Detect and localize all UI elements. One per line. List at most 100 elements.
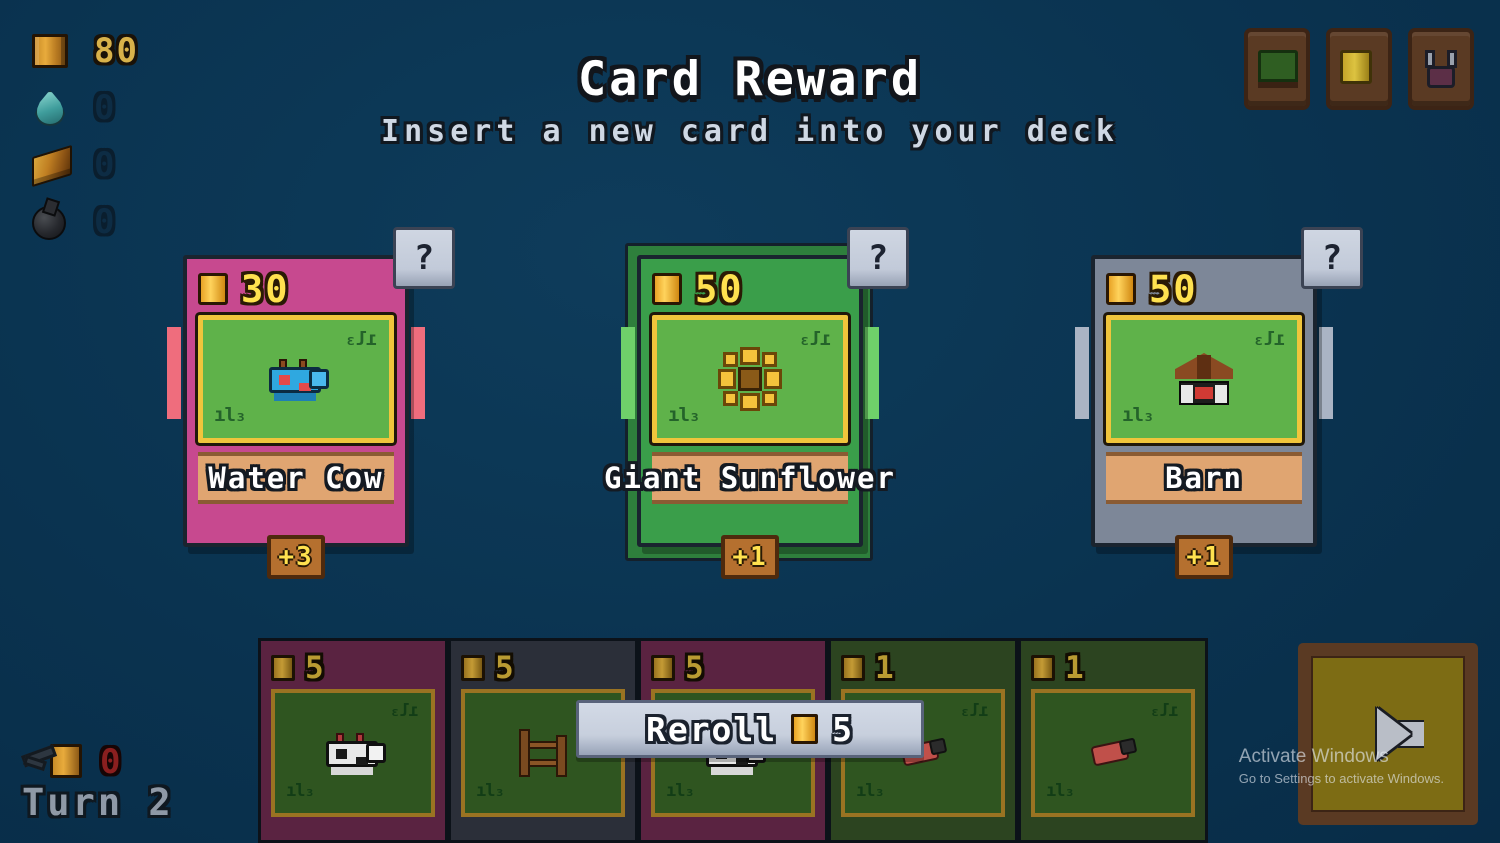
deck-icon bbox=[1258, 50, 1298, 88]
gold-card-icon bbox=[1340, 50, 1378, 88]
tool-value: 0 bbox=[100, 742, 123, 782]
card-body[interactable]: 50 ıl₃ ıl₃ Giant Sunflower +1 bbox=[604, 255, 894, 579]
question-mark-icon: ? bbox=[867, 238, 889, 278]
pig-sprite bbox=[1090, 737, 1138, 767]
coin-block-icon bbox=[32, 31, 72, 71]
turn-status: 0 Turn 2 bbox=[20, 742, 174, 824]
card-name: Barn bbox=[1165, 460, 1243, 495]
reward-card-barn[interactable]: 50 ıl₃ ıl₃ Barn +1 ? bbox=[1075, 227, 1363, 579]
card-artwork: ıl₃ ıl₃ bbox=[1106, 315, 1302, 443]
card-body[interactable]: 30 ıl₃ ıl₃ Water Cow +3 bbox=[183, 255, 409, 579]
grass-tuft-icon: ıl₃ bbox=[1122, 404, 1154, 426]
card-badge-value: +1 bbox=[732, 542, 768, 572]
turn-label: Turn 2 bbox=[22, 781, 174, 824]
coin-icon bbox=[791, 714, 819, 744]
grass-tuft-icon: ıl₃ bbox=[799, 328, 831, 350]
cow-sprite bbox=[265, 357, 329, 401]
hand-card-artwork: ıl₃ ıl₃ bbox=[271, 689, 435, 817]
card-cost-value: 50 bbox=[1149, 267, 1198, 311]
card-name-banner: Water Cow bbox=[198, 452, 394, 504]
grass-tuft-icon: ıl₃ bbox=[345, 328, 377, 350]
card-artwork: ıl₃ ıl₃ bbox=[198, 315, 394, 443]
hand-card-cost: 5 bbox=[651, 651, 815, 685]
cow-sprite bbox=[322, 731, 386, 775]
resource-wood: 0 bbox=[32, 144, 139, 188]
fence-sprite bbox=[515, 729, 571, 777]
coin-icon bbox=[271, 655, 295, 681]
card-cost: 50 bbox=[1106, 269, 1302, 309]
hand-card-cost: 5 bbox=[271, 651, 435, 685]
sunflower-sprite bbox=[718, 347, 782, 411]
hand-card-cost-value: 1 bbox=[1065, 649, 1086, 686]
card-stripe-left bbox=[621, 327, 635, 419]
grass-tuft-icon: ıl₃ bbox=[1046, 781, 1075, 801]
hand-card-cost: 1 bbox=[841, 651, 1005, 685]
help-button[interactable]: ? bbox=[847, 227, 909, 289]
coin-value: 80 bbox=[94, 31, 139, 71]
deck-button[interactable] bbox=[1244, 28, 1310, 110]
help-button[interactable]: ? bbox=[1301, 227, 1363, 289]
grass-tuft-icon: ıl₃ bbox=[856, 781, 885, 801]
card-badge: +1 bbox=[721, 535, 779, 579]
card-cost-value: 30 bbox=[241, 267, 290, 311]
hand-card-cost: 5 bbox=[461, 651, 625, 685]
card-body[interactable]: 50 ıl₃ ıl₃ Barn +1 bbox=[1091, 255, 1317, 579]
hand-card-artwork: ıl₃ ıl₃ bbox=[1031, 689, 1195, 817]
coin-icon bbox=[461, 655, 485, 681]
card-stripe-left bbox=[167, 327, 181, 419]
game-stage: 80 0 0 0 Card Reward Insert a new card i… bbox=[0, 0, 1500, 843]
reward-card-water-cow[interactable]: 30 ıl₃ ıl₃ Water Cow +3 ? bbox=[167, 227, 455, 579]
card-cost: 30 bbox=[198, 269, 394, 309]
resource-water: 0 bbox=[32, 87, 139, 129]
top-button-bar bbox=[1244, 28, 1474, 110]
grass-tuft-icon: ıl₃ bbox=[476, 781, 505, 801]
card-badge-value: +1 bbox=[1186, 542, 1222, 572]
water-droplet-icon bbox=[32, 88, 72, 128]
barn-sprite bbox=[1175, 353, 1233, 405]
card-stripe-left bbox=[1075, 327, 1089, 419]
reward-card-giant-sunflower[interactable]: 50 ıl₃ ıl₃ Giant Sunflower +1 ? bbox=[604, 227, 909, 579]
question-mark-icon: ? bbox=[1321, 238, 1343, 278]
hand-card-cost-value: 1 bbox=[875, 649, 896, 686]
tool-counter: 0 bbox=[20, 742, 174, 782]
grass-tuft-icon: ıl₃ bbox=[668, 404, 700, 426]
coin-icon bbox=[198, 273, 228, 305]
coin-icon bbox=[841, 655, 865, 681]
card-name-banner: Giant Sunflower bbox=[604, 452, 894, 504]
grass-tuft-icon: ıl₃ bbox=[961, 701, 989, 721]
wood-value: 0 bbox=[94, 145, 117, 185]
reward-card-row: 30 ıl₃ ıl₃ Water Cow +3 ? 50 ıl₃ ıl₃ Gia… bbox=[0, 227, 1500, 579]
reroll-button[interactable]: Reroll 5 bbox=[576, 700, 924, 758]
card-badge: +1 bbox=[1175, 535, 1233, 579]
hand-card-cost-value: 5 bbox=[495, 649, 516, 686]
card-stripe-right bbox=[411, 327, 425, 419]
help-button[interactable]: ? bbox=[393, 227, 455, 289]
reroll-label: Reroll bbox=[645, 709, 778, 749]
hand-card-cost-value: 5 bbox=[305, 649, 326, 686]
card-name: Giant Sunflower bbox=[604, 460, 896, 495]
grass-tuft-icon: ıl₃ bbox=[1253, 328, 1285, 350]
card-cost: 50 bbox=[652, 269, 848, 309]
question-mark-icon: ? bbox=[413, 238, 435, 278]
hand-card[interactable]: 1 ıl₃ ıl₃ bbox=[1018, 638, 1208, 843]
resource-bomb: 0 bbox=[32, 201, 139, 243]
coin-icon bbox=[1106, 273, 1136, 305]
coin-icon bbox=[652, 273, 682, 305]
grass-tuft-icon: ıl₃ bbox=[1151, 701, 1179, 721]
grass-tuft-icon: ıl₃ bbox=[286, 781, 315, 801]
resource-coin: 80 bbox=[32, 30, 139, 72]
shop-button[interactable] bbox=[1326, 28, 1392, 110]
coin-icon bbox=[651, 655, 675, 681]
resource-rail: 80 0 0 0 bbox=[32, 30, 139, 243]
grass-tuft-icon: ıl₃ bbox=[214, 404, 246, 426]
tool-block-icon bbox=[20, 742, 82, 782]
hand-card[interactable]: 5 ıl₃ ıl₃ bbox=[258, 638, 448, 843]
card-badge: +3 bbox=[267, 535, 325, 579]
arrow-right-icon bbox=[1348, 708, 1428, 760]
hand-card-cost: 1 bbox=[1031, 651, 1195, 685]
card-stripe-right bbox=[1319, 327, 1333, 419]
card-name: Water Cow bbox=[208, 460, 384, 495]
potion-button[interactable] bbox=[1408, 28, 1474, 110]
end-turn-button[interactable] bbox=[1298, 643, 1478, 825]
wood-plank-icon bbox=[32, 144, 72, 188]
